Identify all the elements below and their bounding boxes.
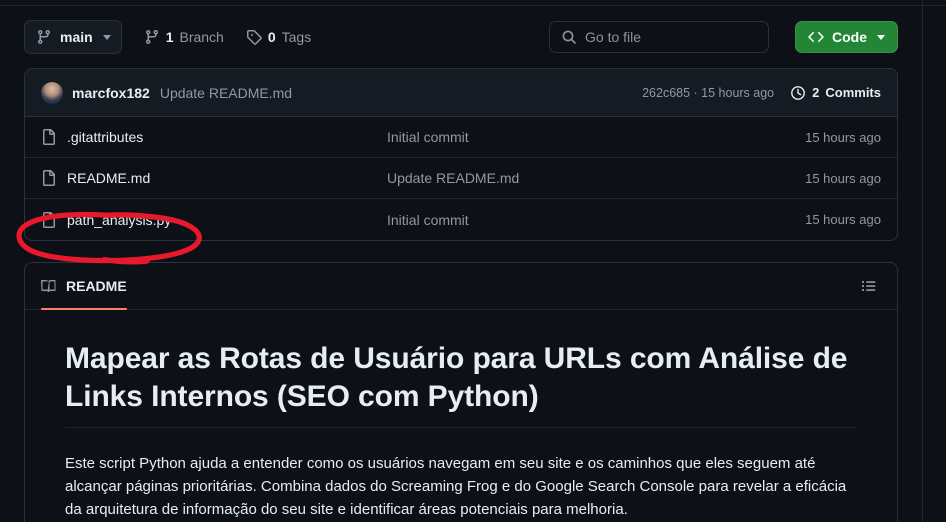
search-input[interactable]	[585, 29, 757, 45]
file-link[interactable]: README.md	[67, 170, 150, 186]
file-icon	[41, 129, 57, 145]
readme-panel: README Mapear as Rotas de Usuário para U…	[24, 262, 898, 522]
code-button-label: Code	[832, 29, 867, 45]
tab-readme[interactable]: README	[41, 263, 127, 310]
repo-toolbar: main 1 Branch 0 Tags Go to file Code	[0, 6, 922, 68]
chevron-down-icon	[877, 34, 885, 40]
branches-label: Branch	[179, 29, 224, 45]
file-commit-message[interactable]: Initial commit	[387, 129, 805, 145]
file-commit-time: 15 hours ago	[805, 212, 881, 227]
page-title: Mapear as Rotas de Usuário para URLs com…	[65, 340, 857, 428]
file-icon	[41, 170, 57, 186]
branch-name-label: main	[60, 29, 93, 45]
commits-history-link[interactable]: 2 Commits	[790, 85, 881, 101]
code-brackets-icon	[808, 29, 824, 45]
git-branch-icon	[36, 29, 52, 45]
tags-label: Tags	[281, 29, 312, 45]
code-button[interactable]: Code	[795, 21, 898, 53]
file-name-cell: path_analysis.py	[41, 211, 387, 228]
search-icon	[561, 29, 577, 45]
readme-paragraph: Este script Python ajuda a entender como…	[65, 454, 847, 519]
clock-history-icon	[790, 85, 806, 101]
file-commit-message[interactable]: Update README.md	[387, 170, 805, 186]
tags-count: 0	[267, 29, 276, 45]
list-outline-icon	[861, 278, 877, 294]
file-icon	[41, 211, 57, 228]
book-icon	[41, 278, 57, 294]
readme-header: README	[25, 263, 897, 310]
file-rows: .gitattributes Initial commit 15 hours a…	[25, 117, 897, 240]
readme-content: Mapear as Rotas de Usuário para URLs com…	[25, 310, 897, 522]
tags-count-link[interactable]: 0 Tags	[246, 29, 311, 45]
repository-page: main 1 Branch 0 Tags Go to file Code mar…	[0, 6, 922, 522]
git-branch-icon	[144, 29, 160, 45]
commit-author[interactable]: marcfox182	[72, 85, 150, 101]
avatar[interactable]	[41, 81, 63, 104]
outline-toggle-button[interactable]	[857, 274, 881, 298]
commit-bar-right: 262c685 · 15 hours ago 2 Commits	[642, 85, 881, 101]
branches-count: 1	[165, 29, 174, 45]
table-row[interactable]: path_analysis.py Initial commit 15 hours…	[25, 199, 897, 240]
branches-count-link[interactable]: 1 Branch	[144, 29, 224, 45]
file-browser: marcfox182 Update README.md 262c685 · 15…	[24, 68, 898, 241]
file-link[interactable]: .gitattributes	[67, 129, 143, 145]
table-row[interactable]: .gitattributes Initial commit 15 hours a…	[25, 117, 897, 158]
tag-icon	[246, 29, 262, 45]
commit-message[interactable]: Update README.md	[160, 85, 292, 101]
commit-sha-and-time[interactable]: 262c685 · 15 hours ago	[642, 86, 774, 100]
latest-commit-bar: marcfox182 Update README.md 262c685 · 15…	[25, 69, 897, 117]
commits-count-value: 2	[812, 85, 820, 100]
file-name-cell: .gitattributes	[41, 129, 387, 145]
table-row[interactable]: README.md Update README.md 15 hours ago	[25, 158, 897, 199]
file-link[interactable]: path_analysis.py	[67, 212, 171, 228]
file-commit-time: 15 hours ago	[805, 170, 881, 186]
tab-readme-label: README	[66, 278, 127, 294]
branch-selector-button[interactable]: main	[24, 20, 122, 54]
file-commit-message[interactable]: Initial commit	[387, 212, 805, 228]
file-commit-time: 15 hours ago	[805, 129, 881, 145]
commits-count-label: Commits	[825, 85, 881, 100]
go-to-file-search[interactable]	[549, 21, 769, 53]
file-name-cell: README.md	[41, 170, 387, 186]
chevron-down-icon	[102, 34, 111, 40]
window-right-divider	[922, 0, 923, 522]
